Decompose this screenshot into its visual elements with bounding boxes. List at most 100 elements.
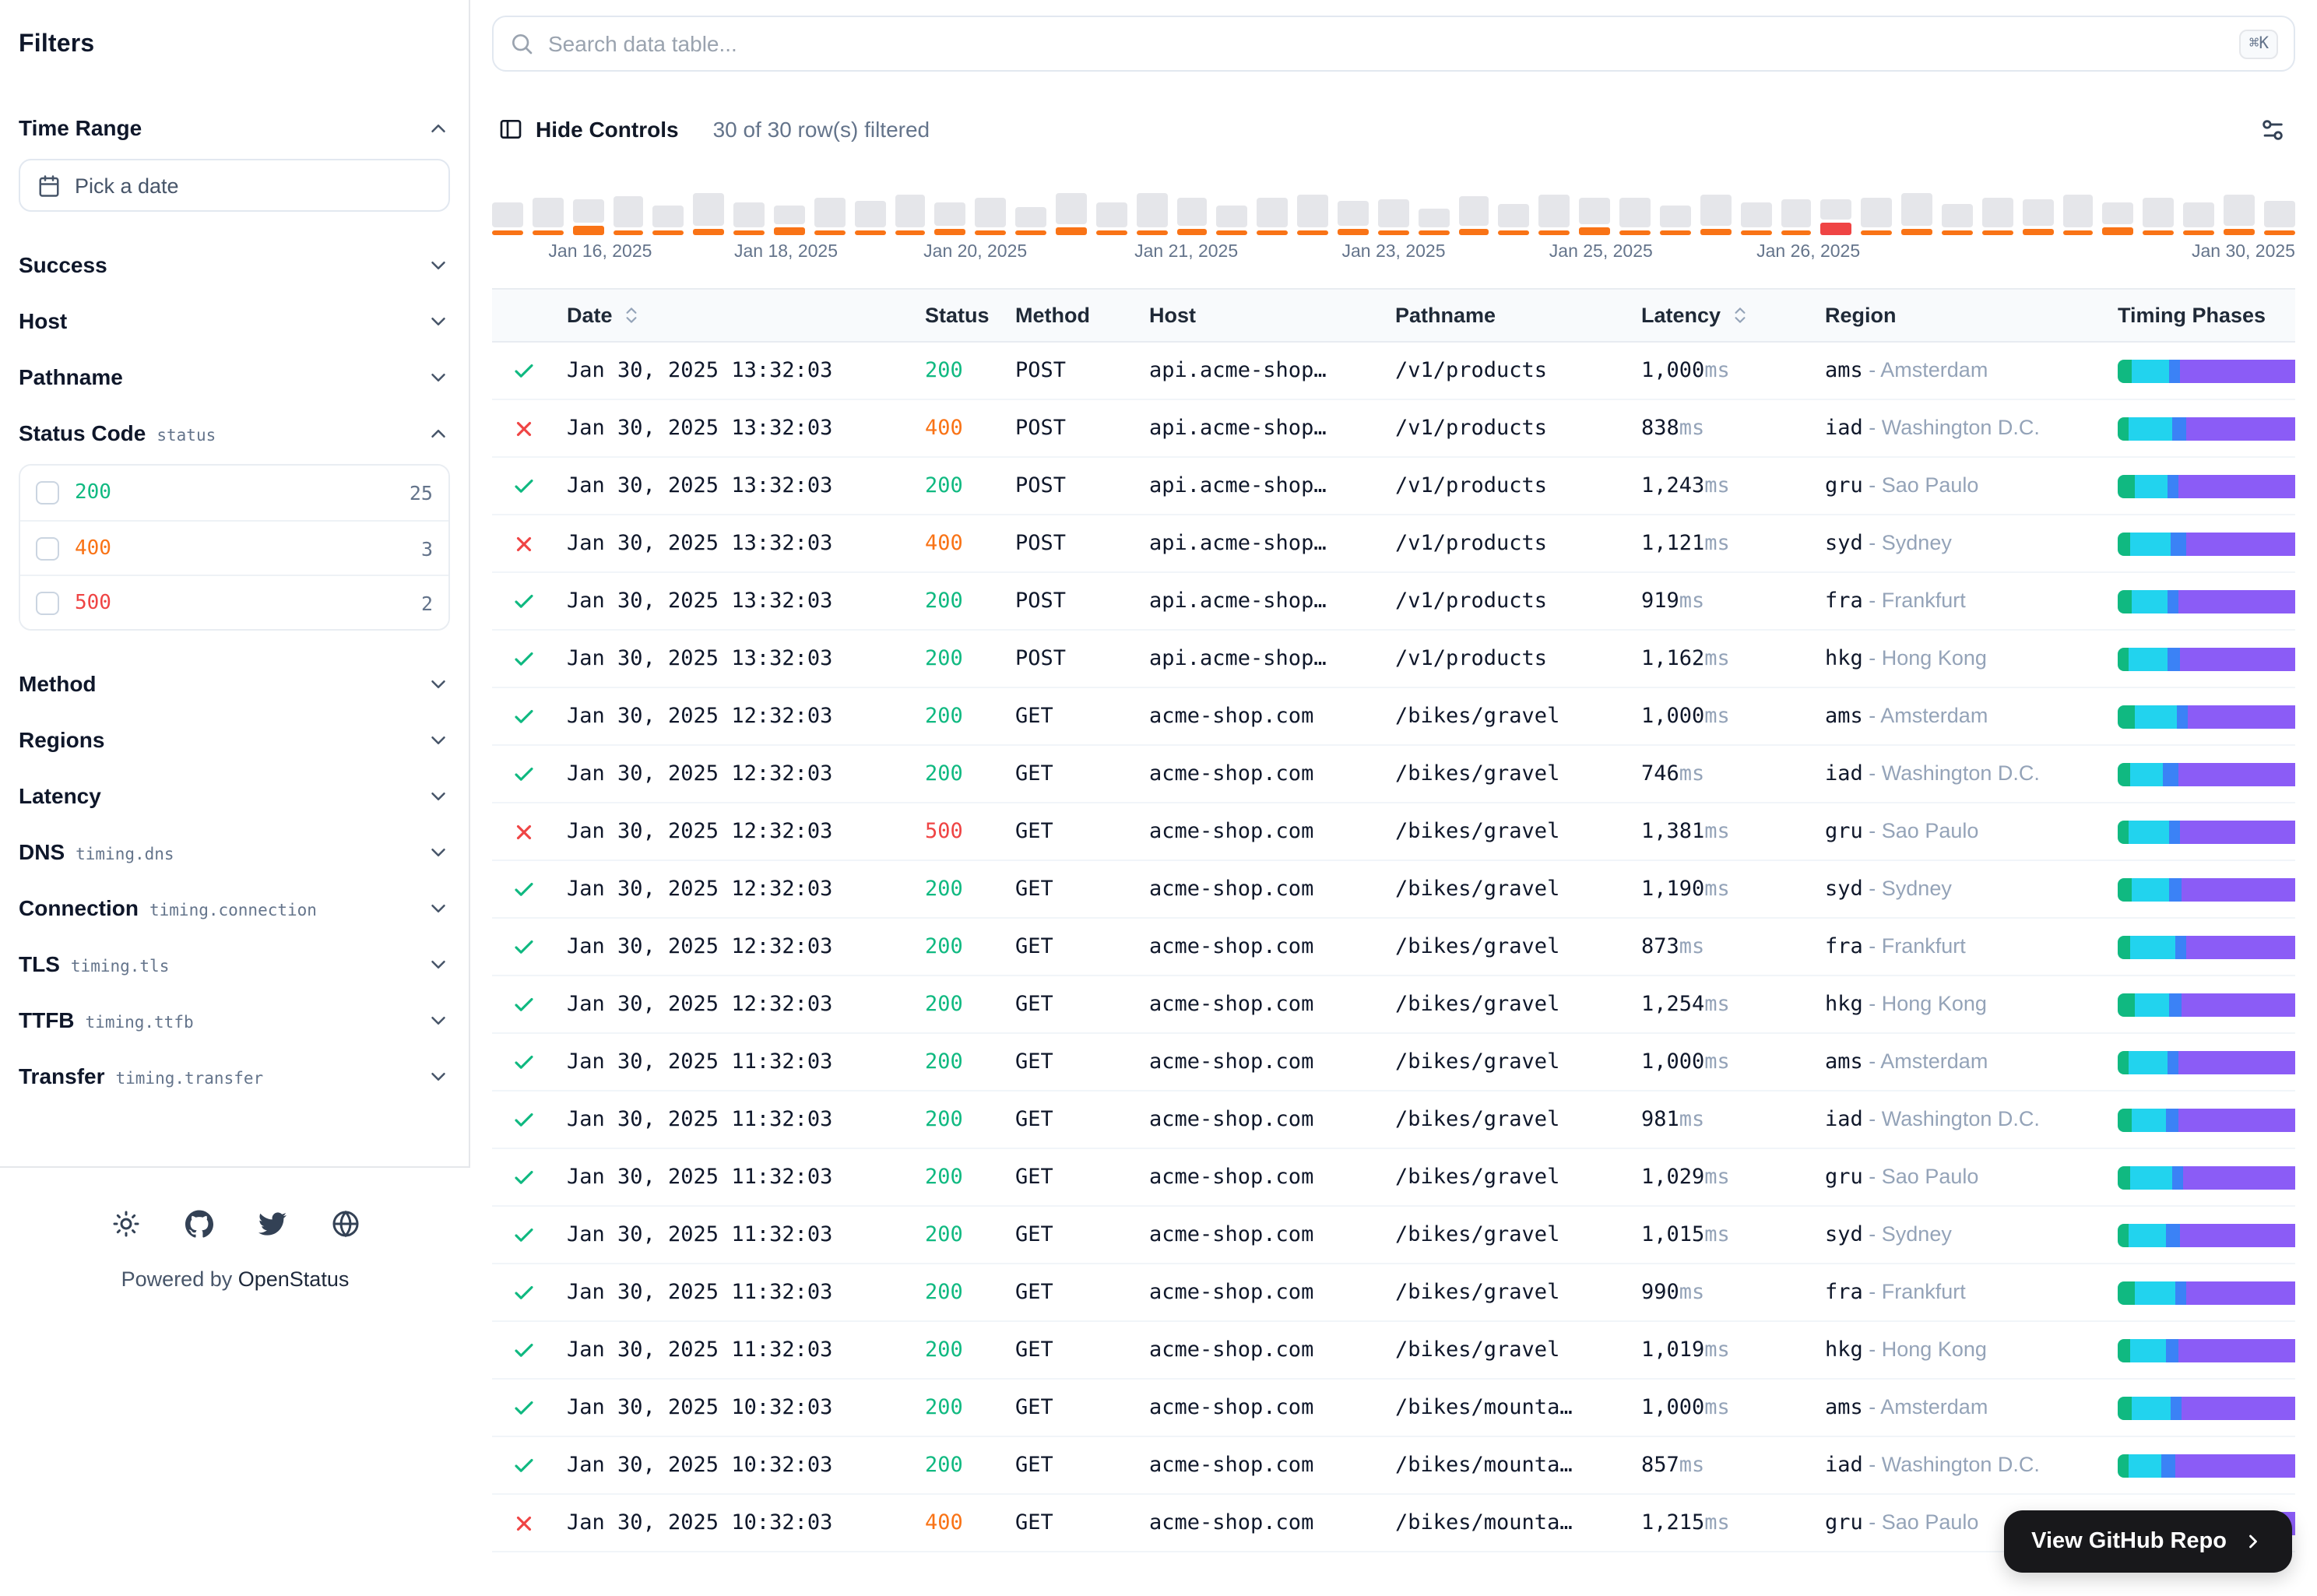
timeline-bar[interactable] xyxy=(2022,199,2053,235)
table-row[interactable]: Jan 30, 2025 11:32:03 200 GET acme-shop.… xyxy=(492,1091,2295,1148)
timeline-bar[interactable] xyxy=(1458,196,1489,235)
twitter-icon[interactable] xyxy=(258,1210,286,1238)
date-picker[interactable]: Pick a date xyxy=(19,159,450,212)
table-row[interactable]: Jan 30, 2025 10:32:03 200 GET acme-shop.… xyxy=(492,1436,2295,1494)
status-option-200[interactable]: 200 25 xyxy=(20,466,448,520)
sidebar-section-latency[interactable]: Latency xyxy=(19,768,450,824)
timeline-bar[interactable] xyxy=(1378,199,1409,235)
github-icon[interactable] xyxy=(185,1210,213,1238)
timeline-bar[interactable] xyxy=(1579,198,1610,235)
timeline-bar[interactable] xyxy=(1740,202,1771,235)
sidebar-section-host[interactable]: Host xyxy=(19,293,450,349)
table-row[interactable]: Jan 30, 2025 13:32:03 400 POST api.acme-… xyxy=(492,515,2295,572)
success-check-icon xyxy=(512,1223,536,1246)
timeline-bar[interactable] xyxy=(814,198,846,235)
timeline-bar[interactable] xyxy=(976,198,1007,235)
theme-toggle-icon[interactable] xyxy=(111,1210,139,1238)
timeline-bar[interactable] xyxy=(2143,198,2174,235)
table-row[interactable]: Jan 30, 2025 11:32:03 200 GET acme-shop.… xyxy=(492,1321,2295,1379)
timeline-bar[interactable] xyxy=(533,198,564,235)
timeline-bar[interactable] xyxy=(1861,198,1892,235)
table-row[interactable]: Jan 30, 2025 13:32:03 200 POST api.acme-… xyxy=(492,572,2295,630)
timeline-bar[interactable] xyxy=(2264,201,2295,235)
status-option-500[interactable]: 500 2 xyxy=(20,575,448,629)
timeline-bar[interactable] xyxy=(1217,206,1248,235)
timeline-bar[interactable] xyxy=(1176,198,1208,235)
sidebar-section-transfer[interactable]: Transfertiming.transfer xyxy=(19,1048,450,1104)
sidebar-section-pathname[interactable]: Pathname xyxy=(19,349,450,405)
hide-controls-button[interactable]: Hide Controls xyxy=(492,117,685,142)
timeline-bar[interactable] xyxy=(1539,195,1570,235)
openstatus-link[interactable]: OpenStatus xyxy=(238,1267,350,1291)
timeline-bar[interactable] xyxy=(1700,195,1732,235)
timeline-bar[interactable] xyxy=(653,206,684,235)
sidebar-section-connection[interactable]: Connectiontiming.connection xyxy=(19,880,450,936)
table-row[interactable]: Jan 30, 2025 12:32:03 200 GET acme-shop.… xyxy=(492,918,2295,976)
table-row[interactable]: Jan 30, 2025 12:32:03 500 GET acme-shop.… xyxy=(492,803,2295,860)
sidebar-section-ttfb[interactable]: TTFBtiming.ttfb xyxy=(19,992,450,1048)
table-row[interactable]: Jan 30, 2025 12:32:03 200 GET acme-shop.… xyxy=(492,860,2295,918)
table-row[interactable]: Jan 30, 2025 12:32:03 200 GET acme-shop.… xyxy=(492,687,2295,745)
timeline-bar[interactable] xyxy=(774,206,805,235)
checkbox[interactable] xyxy=(36,481,59,504)
timeline-bar[interactable] xyxy=(1821,199,1852,235)
hide-controls-label: Hide Controls xyxy=(536,117,679,142)
globe-icon[interactable] xyxy=(331,1210,359,1238)
timeline-bar[interactable] xyxy=(2062,195,2094,235)
sidebar-section-success[interactable]: Success xyxy=(19,237,450,293)
table-row[interactable]: Jan 30, 2025 12:32:03 200 GET acme-shop.… xyxy=(492,745,2295,803)
timeline-bar[interactable] xyxy=(2224,195,2255,235)
status-option-400[interactable]: 400 3 xyxy=(20,520,448,575)
table-row[interactable]: Jan 30, 2025 13:32:03 400 POST api.acme-… xyxy=(492,399,2295,457)
timeline-bar[interactable] xyxy=(1660,206,1691,235)
timeline-bar[interactable] xyxy=(854,201,885,235)
table-row[interactable]: Jan 30, 2025 11:32:03 200 GET acme-shop.… xyxy=(492,1033,2295,1091)
view-settings-button[interactable] xyxy=(2248,106,2295,153)
sidebar-section-dns[interactable]: DNStiming.dns xyxy=(19,824,450,880)
timeline-bar[interactable] xyxy=(1781,199,1812,235)
timeline-bar[interactable] xyxy=(1982,198,2013,235)
table-row[interactable]: Jan 30, 2025 13:32:03 200 POST api.acme-… xyxy=(492,630,2295,687)
checkbox[interactable] xyxy=(36,591,59,614)
timeline-bar[interactable] xyxy=(1338,201,1369,235)
timeline-bar[interactable] xyxy=(694,193,725,235)
success-check-icon xyxy=(512,1338,536,1362)
timeline-bar[interactable] xyxy=(572,199,603,235)
sidebar-section-status-code[interactable]: Status Code status xyxy=(19,405,450,461)
timeline-bar[interactable] xyxy=(733,202,765,235)
column-header-latency[interactable]: Latency xyxy=(1626,289,1809,342)
timeline-bar[interactable] xyxy=(895,195,926,235)
table-row[interactable]: Jan 30, 2025 11:32:03 200 GET acme-shop.… xyxy=(492,1264,2295,1321)
timing-phases-bar xyxy=(2118,589,2295,613)
timeline-bar[interactable] xyxy=(1297,195,1328,235)
timeline-bar[interactable] xyxy=(1257,198,1289,235)
table-row[interactable]: Jan 30, 2025 12:32:03 200 GET acme-shop.… xyxy=(492,976,2295,1033)
timeline-bar[interactable] xyxy=(613,196,644,235)
timeline-bar[interactable] xyxy=(1499,204,1530,235)
checkbox[interactable] xyxy=(36,536,59,560)
timeline-bar[interactable] xyxy=(1015,207,1046,235)
table-row[interactable]: Jan 30, 2025 11:32:03 200 GET acme-shop.… xyxy=(492,1148,2295,1206)
timeline-bar[interactable] xyxy=(1901,193,1932,235)
table-row[interactable]: Jan 30, 2025 11:32:03 200 GET acme-shop.… xyxy=(492,1206,2295,1264)
timeline-bar[interactable] xyxy=(492,202,523,235)
table-row[interactable]: Jan 30, 2025 13:32:03 200 POST api.acme-… xyxy=(492,342,2295,399)
table-row[interactable]: Jan 30, 2025 10:32:03 200 GET acme-shop.… xyxy=(492,1379,2295,1436)
timeline-bar[interactable] xyxy=(1056,193,1087,235)
sidebar-section-time-range[interactable]: Time Range xyxy=(19,100,450,156)
timeline-bar[interactable] xyxy=(1137,193,1168,235)
timeline-bar[interactable] xyxy=(1419,209,1450,235)
search-input[interactable] xyxy=(548,31,2226,56)
table-row[interactable]: Jan 30, 2025 13:32:03 200 POST api.acme-… xyxy=(492,457,2295,515)
timeline-bar[interactable] xyxy=(2183,202,2214,235)
timeline-bar[interactable] xyxy=(1942,204,1973,235)
column-header-date[interactable]: Date xyxy=(551,289,909,342)
sidebar-section-regions[interactable]: Regions xyxy=(19,712,450,768)
timeline-bar[interactable] xyxy=(2103,202,2134,235)
view-github-repo-button[interactable]: View GitHub Repo xyxy=(2003,1510,2292,1573)
timeline-bar[interactable] xyxy=(1619,198,1651,235)
sidebar-section-tls[interactable]: TLStiming.tls xyxy=(19,936,450,992)
sidebar-section-method[interactable]: Method xyxy=(19,656,450,712)
timeline-bar[interactable] xyxy=(935,202,966,235)
timeline-bar[interactable] xyxy=(1096,202,1127,235)
